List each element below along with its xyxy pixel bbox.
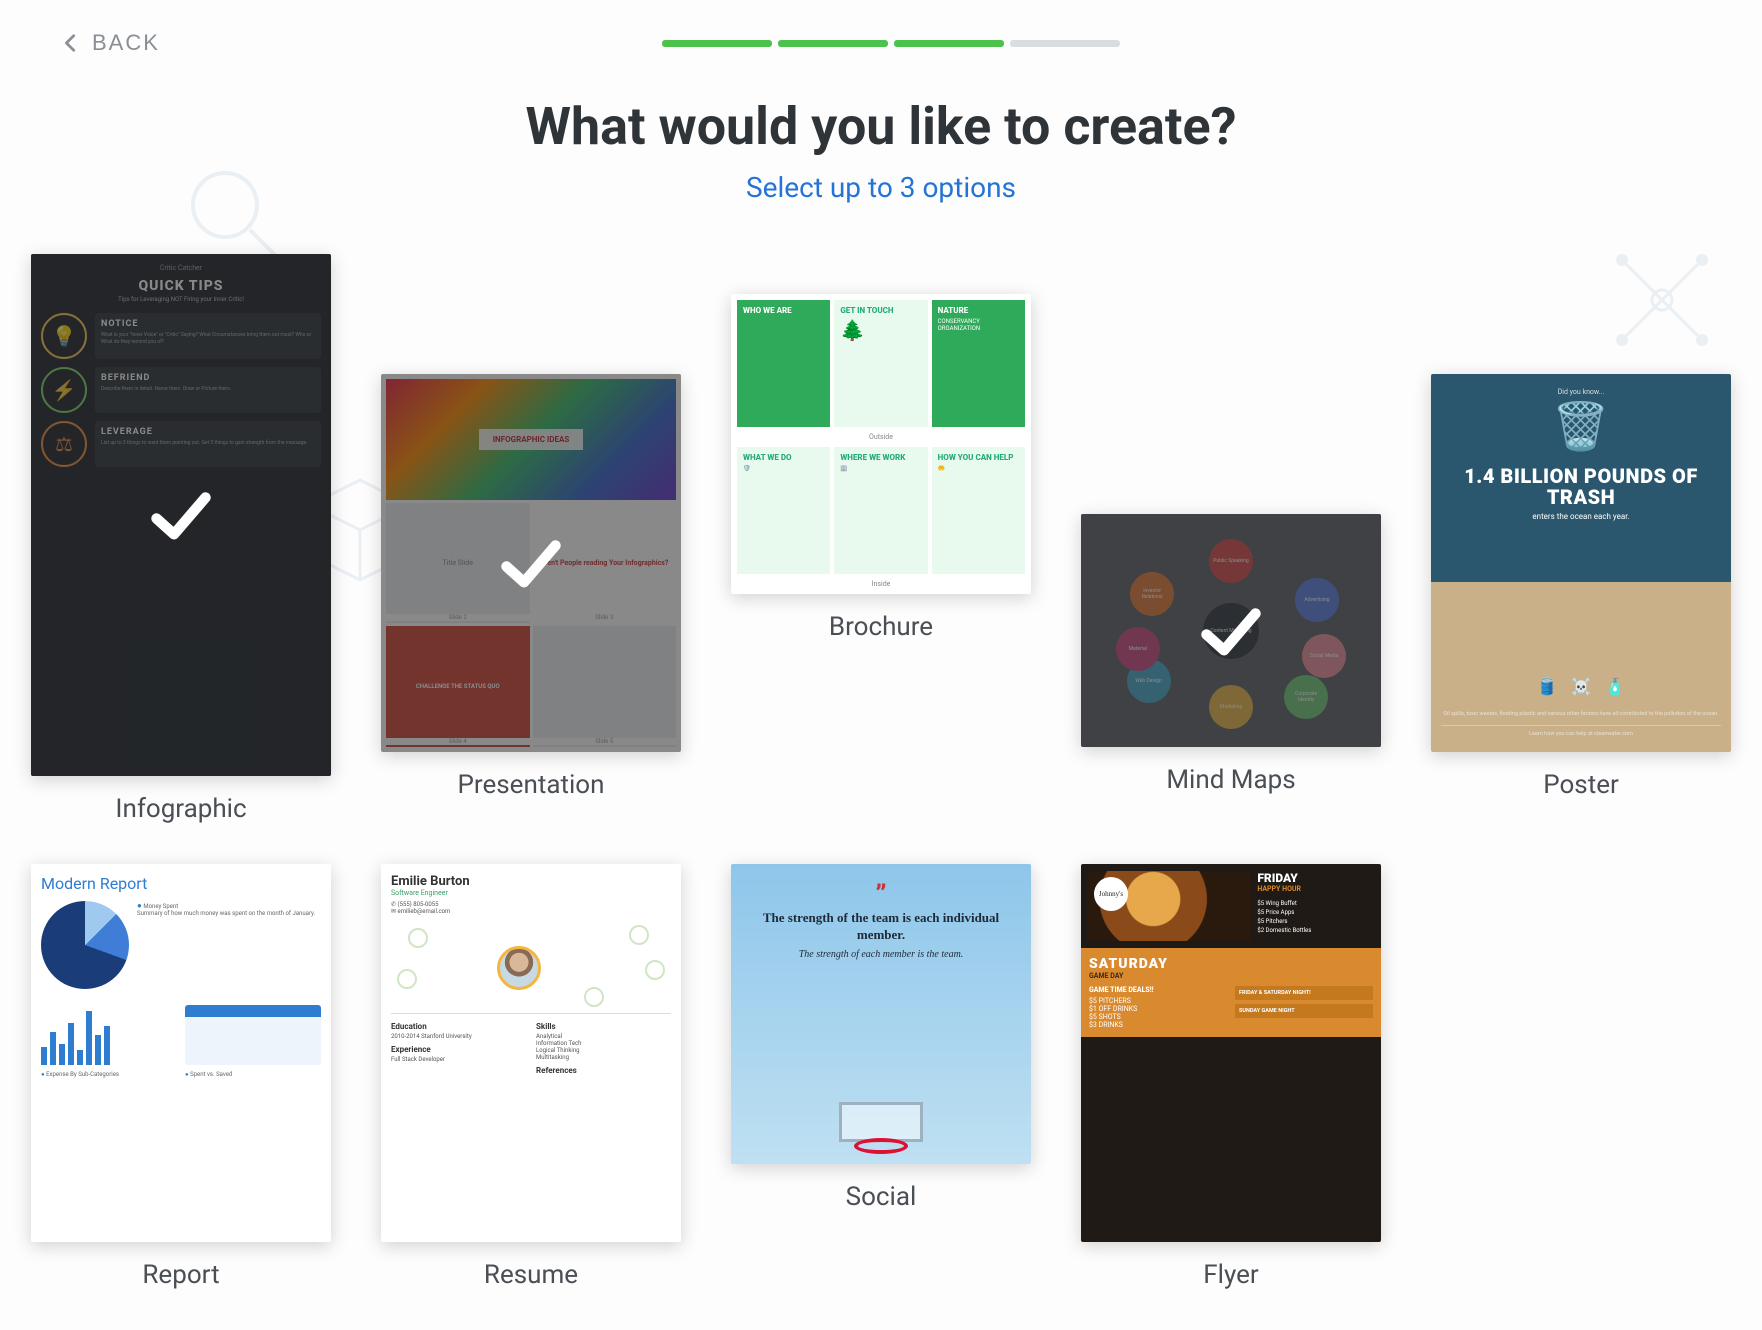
- check-icon: [1196, 596, 1266, 666]
- progress-seg-1: [662, 40, 772, 47]
- quote-icon: ”: [875, 890, 886, 900]
- option-mindmaps[interactable]: Content Marketing Public Speaking Advert…: [1081, 254, 1381, 824]
- option-poster[interactable]: Did you know... 🗑️ 1.4 BILLION POUNDS OF…: [1431, 254, 1731, 824]
- back-label: BACK: [92, 30, 160, 56]
- bar-chart-icon: [41, 1005, 177, 1065]
- pie-chart-icon: [41, 901, 129, 989]
- report-thumbnail: Modern Report ● Money SpentSummary of ho…: [31, 864, 331, 1242]
- resume-thumbnail: Emilie Burton Software Engineer ✆ (555) …: [381, 864, 681, 1242]
- food-photo-icon: [1088, 871, 1251, 941]
- infographic-thumbnail: Critic Catcher QUICK TIPS Tips for Lever…: [31, 254, 331, 776]
- option-social[interactable]: ” The strength of the team is each indiv…: [731, 864, 1031, 1290]
- option-infographic[interactable]: Critic Catcher QUICK TIPS Tips for Lever…: [31, 254, 331, 824]
- progress-seg-3: [894, 40, 1004, 47]
- option-label: Flyer: [1203, 1260, 1258, 1290]
- page-title: What would you like to create?: [0, 96, 1762, 157]
- avatar-icon: [497, 946, 541, 990]
- option-label: Report: [142, 1260, 219, 1290]
- option-presentation[interactable]: Title SlideSlide 2 Aren't People reading…: [381, 254, 681, 824]
- mindmaps-thumbnail: Content Marketing Public Speaking Advert…: [1081, 514, 1381, 747]
- option-label: Infographic: [115, 794, 246, 824]
- option-label: Presentation: [458, 770, 605, 800]
- option-resume[interactable]: Emilie Burton Software Engineer ✆ (555) …: [381, 864, 681, 1290]
- trash-icon: 🗑️: [1441, 400, 1721, 454]
- progress-seg-2: [778, 40, 888, 47]
- option-flyer[interactable]: FRIDAY HAPPY HOUR $5 Wing Buffet $5 Pric…: [1081, 864, 1381, 1290]
- progress-seg-4: [1010, 40, 1120, 47]
- chevron-left-icon: [60, 32, 82, 54]
- option-label: Mind Maps: [1166, 765, 1295, 795]
- flyer-thumbnail: FRIDAY HAPPY HOUR $5 Wing Buffet $5 Pric…: [1081, 864, 1381, 1242]
- check-icon: [496, 528, 566, 598]
- basketball-hoop-icon: [821, 1084, 941, 1164]
- page-subtitle: Select up to 3 options: [0, 171, 1762, 204]
- check-icon: [146, 480, 216, 550]
- social-thumbnail: ” The strength of the team is each indiv…: [731, 864, 1031, 1164]
- presentation-thumbnail: Title SlideSlide 2 Aren't People reading…: [381, 374, 681, 752]
- option-label: Brochure: [829, 612, 933, 642]
- option-label: Poster: [1543, 770, 1619, 800]
- poster-thumbnail: Did you know... 🗑️ 1.4 BILLION POUNDS OF…: [1431, 374, 1731, 752]
- option-label: Social: [846, 1182, 917, 1212]
- progress-bar: [662, 40, 1120, 47]
- option-label: Resume: [484, 1260, 578, 1290]
- back-button[interactable]: BACK: [60, 30, 160, 56]
- option-brochure[interactable]: WHO WE ARE GET IN TOUCH🌲 NATURECONSERVAN…: [731, 254, 1031, 824]
- brochure-thumbnail: WHO WE ARE GET IN TOUCH🌲 NATURECONSERVAN…: [731, 294, 1031, 594]
- option-report[interactable]: Modern Report ● Money SpentSummary of ho…: [31, 864, 331, 1290]
